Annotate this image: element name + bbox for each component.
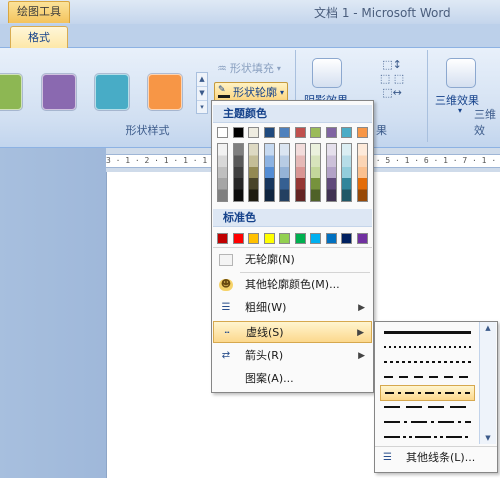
- no-outline-icon: [219, 254, 233, 266]
- theme-color-swatch[interactable]: [217, 127, 228, 138]
- three-d-effects-group: 三维效果 ▾ 三维效: [430, 50, 500, 142]
- title-bar: 绘图工具 文档 1 - Microsoft Word: [0, 0, 500, 24]
- arrows-item[interactable]: ⇄ 箭头(R) ▶: [213, 345, 372, 367]
- shadow-nudge-icons[interactable]: ⬚↕ ⬚ ⬚ ⬚↔: [368, 58, 416, 114]
- pattern-item[interactable]: 图案(A)...: [213, 368, 372, 390]
- three-d-effects-label[interactable]: 三维效果: [435, 92, 479, 108]
- theme-shade-column[interactable]: [248, 143, 259, 202]
- standard-color-swatch[interactable]: [232, 233, 244, 244]
- theme-shade-column[interactable]: [279, 143, 290, 202]
- theme-colors-heading: 主题颜色: [213, 105, 372, 123]
- submenu-arrow-icon: ▶: [358, 303, 365, 313]
- weight-item[interactable]: ☰ 粗细(W) ▶: [213, 297, 372, 319]
- dash-style-option[interactable]: [380, 385, 475, 401]
- chevron-down-icon: ▾: [458, 106, 463, 115]
- dash-list-scrollbar[interactable]: ▲ ▼: [479, 322, 496, 444]
- theme-color-swatch[interactable]: [325, 127, 337, 138]
- standard-color-swatch[interactable]: [217, 233, 228, 244]
- dash-style-icon: ┅: [224, 328, 230, 337]
- theme-color-swatch[interactable]: [263, 127, 275, 138]
- shape-outline-button[interactable]: ✎ 形状轮廓 ▾: [214, 82, 289, 102]
- document-background: [0, 148, 106, 478]
- theme-color-swatch[interactable]: [248, 127, 259, 138]
- shadow-group-label: 果: [376, 124, 387, 137]
- shape-fill-button[interactable]: ♒ 形状填充 ▾: [214, 58, 284, 78]
- tab-format[interactable]: 格式: [10, 26, 68, 49]
- standard-color-swatch[interactable]: [279, 233, 290, 244]
- scroll-up-icon[interactable]: ▲: [480, 322, 496, 334]
- three-d-effects-icon[interactable]: [446, 58, 476, 88]
- ribbon-tab-strip: 格式: [0, 24, 500, 49]
- dashes-item[interactable]: ┅ 虚线(S) ▶: [213, 321, 372, 343]
- menu-divider: [213, 247, 372, 248]
- standard-color-swatch[interactable]: [263, 233, 275, 244]
- line-style-icon: ☰: [383, 452, 392, 463]
- no-outline-item[interactable]: 无轮廓(N): [213, 249, 372, 271]
- dash-line-sample: [384, 346, 471, 348]
- theme-color-swatch[interactable]: [294, 127, 306, 138]
- dash-style-option[interactable]: [380, 370, 475, 386]
- theme-shade-column[interactable]: [310, 143, 321, 202]
- theme-shade-column[interactable]: [325, 143, 337, 202]
- standard-color-swatch[interactable]: [325, 233, 337, 244]
- dash-line-sample: [384, 361, 471, 363]
- theme-shade-column[interactable]: [263, 143, 275, 202]
- shadow-effects-icon[interactable]: [312, 58, 342, 88]
- shape-style-swatch[interactable]: [95, 74, 129, 110]
- paint-bucket-icon: ♒: [217, 61, 227, 75]
- shape-style-swatch[interactable]: [42, 74, 76, 110]
- chevron-down-icon: ▾: [280, 87, 285, 97]
- submenu-arrow-icon: ▶: [358, 351, 365, 361]
- style-gallery-scroll[interactable]: ▲ ▼ ▾: [196, 72, 208, 114]
- scroll-up-icon[interactable]: ▲: [197, 73, 207, 87]
- theme-shade-column[interactable]: [232, 143, 244, 202]
- window-title: 文档 1 - Microsoft Word: [314, 6, 451, 20]
- theme-shade-column[interactable]: [294, 143, 306, 202]
- theme-color-swatch[interactable]: [232, 127, 244, 138]
- chevron-down-icon: ▾: [276, 63, 281, 73]
- more-outline-colors-item[interactable]: ☻ 其他轮廓颜色(M)...: [213, 274, 372, 296]
- scroll-down-icon[interactable]: ▼: [480, 432, 496, 444]
- menu-divider: [240, 272, 370, 273]
- submenu-arrow-icon: ▶: [357, 328, 364, 338]
- theme-color-swatch[interactable]: [279, 127, 290, 138]
- standard-color-swatch[interactable]: [356, 233, 368, 244]
- dash-style-option[interactable]: [380, 325, 475, 341]
- shape-style-swatch[interactable]: [0, 74, 22, 110]
- standard-color-swatch[interactable]: [294, 233, 306, 244]
- dash-style-option[interactable]: [380, 340, 475, 356]
- theme-color-swatch[interactable]: [310, 127, 321, 138]
- more-lines-item[interactable]: ☰ 其他线条(L)...: [375, 446, 497, 468]
- pen-icon: ✎: [218, 86, 230, 98]
- standard-colors-heading: 标准色: [213, 209, 372, 227]
- shape-style-swatch[interactable]: [148, 74, 182, 110]
- standard-color-swatch[interactable]: [310, 233, 321, 244]
- dash-style-submenu: ▲ ▼ ☰ 其他线条(L)...: [374, 321, 498, 473]
- theme-shade-column[interactable]: [341, 143, 352, 202]
- scroll-down-icon[interactable]: ▼: [197, 87, 207, 101]
- theme-shade-column[interactable]: [217, 143, 228, 202]
- dash-line-sample: [384, 331, 471, 334]
- dash-style-option[interactable]: [380, 415, 475, 431]
- dash-line-sample: [385, 392, 470, 394]
- line-weight-icon: ☰: [221, 302, 231, 313]
- theme-shade-column[interactable]: [356, 143, 368, 202]
- drawing-tools-context-tab: 绘图工具: [8, 1, 70, 23]
- dash-line-sample: [384, 406, 471, 408]
- dash-line-sample: [384, 421, 471, 423]
- standard-color-swatch[interactable]: [341, 233, 352, 244]
- standard-color-swatch[interactable]: [248, 233, 259, 244]
- dash-style-option[interactable]: [380, 430, 475, 446]
- theme-color-swatch[interactable]: [341, 127, 352, 138]
- dash-line-sample: [384, 376, 471, 378]
- theme-color-swatch[interactable]: [356, 127, 368, 138]
- gallery-more-icon[interactable]: ▾: [197, 101, 207, 115]
- three-d-group-label: 三维效: [474, 108, 496, 137]
- dash-style-option[interactable]: [380, 400, 475, 416]
- dash-style-option[interactable]: [380, 355, 475, 371]
- shape-outline-menu: 主题颜色 标准色 无轮廓(N) ☻ 其他轮廓颜色(M)... ☰ 粗细(W) ▶…: [211, 100, 374, 393]
- arrows-icon: ⇄: [221, 350, 231, 361]
- color-palette-icon: ☻: [219, 279, 233, 291]
- dash-line-sample: [384, 436, 471, 438]
